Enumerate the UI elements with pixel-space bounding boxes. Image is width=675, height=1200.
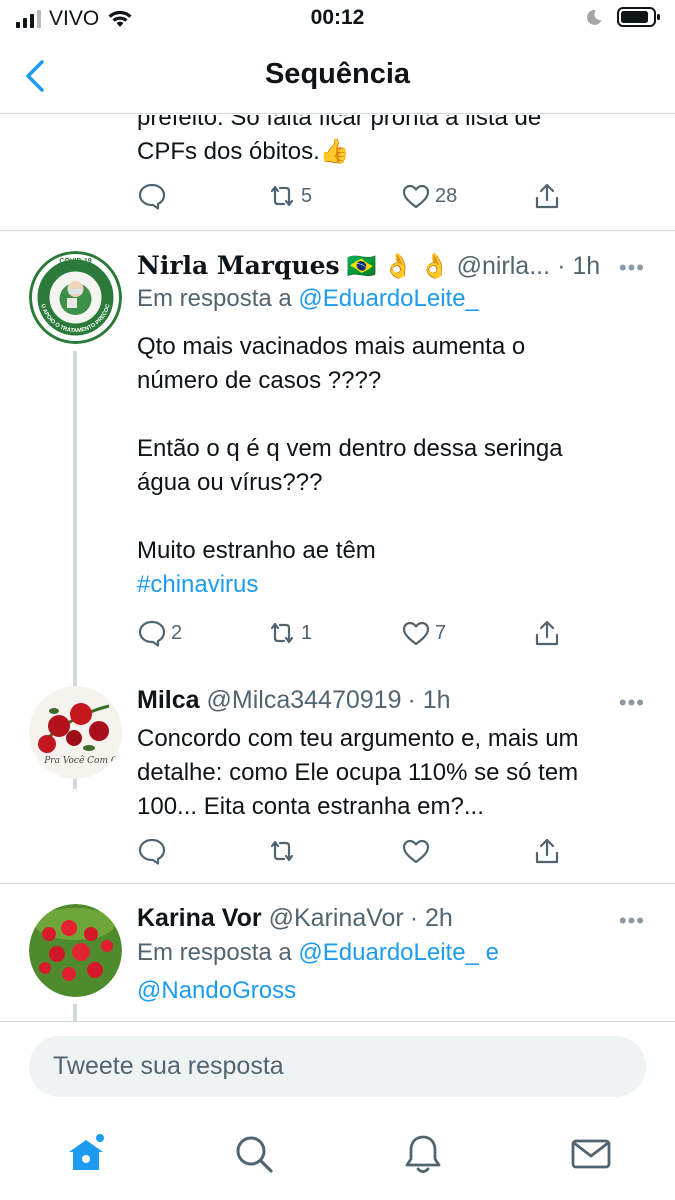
like-count: 7 [435,621,447,644]
name-emojis: 🇧🇷 👌 👌 [346,253,450,280]
avatar[interactable]: Pra Você Com C [29,686,122,779]
tab-bar [0,1118,675,1200]
heart-icon [402,621,430,646]
reply-button[interactable] [137,836,171,866]
notifications-icon[interactable] [401,1132,445,1176]
thumbs-up-emoji: 👍 [319,138,350,165]
tweet-header: Karina Vor @KarinaVor · 2h [137,904,647,938]
tweet-line: água ou vírus??? [137,469,323,496]
previous-tweet-line-1: prefeito. Só falta ficar pronta a lista … [137,115,542,131]
retweet-icon [270,622,294,644]
reply-icon [138,620,166,647]
reply-context: Em resposta a @EduardoLeite_ e @NandoGro… [137,934,499,1010]
tweet-line: número de casos ???? [137,367,382,394]
share-icon [535,183,559,209]
tweet-thread[interactable]: prefeito. Só falta ficar pronta a lista … [0,115,675,1021]
avatar[interactable]: COVID-19 EU APOIO O TRATAMENTO PRECOCE [29,251,122,344]
previous-tweet-actions: 5 28 [137,181,577,215]
reply-prefix: Em resposta a [137,939,292,966]
share-icon [535,620,559,646]
share-button[interactable] [532,618,562,648]
messages-icon[interactable] [569,1132,613,1176]
more-options-icon[interactable]: ••• [619,908,645,934]
tweet-line: Concordo com teu argumento e, mais um [137,725,579,752]
status-time: 00:12 [310,6,365,29]
timestamp: · 1h [557,252,601,280]
reply-input[interactable]: Tweete sua resposta [29,1036,646,1097]
battery-icon [617,7,660,27]
share-icon [535,838,559,864]
more-options-icon[interactable]: ••• [619,690,645,716]
retweet-icon [270,840,294,862]
status-right [585,6,661,28]
navigation-bar: Sequência [0,40,675,114]
user-handle[interactable]: @nirla... [457,252,550,281]
compose-divider [0,1021,675,1022]
display-name[interactable]: Milca [137,686,200,715]
reply-button[interactable]: 2 [137,618,182,648]
retweet-button[interactable]: 5 [267,181,312,211]
reply-context: Em resposta a @EduardoLeite_ [137,280,479,318]
reply-mention[interactable]: @EduardoLeite_ [298,285,479,312]
tweet-milca[interactable]: Pra Você Com C Milca @Milca34470919 · 1h… [0,686,675,881]
retweet-button[interactable] [267,836,301,866]
reply-prefix: Em resposta a [137,285,292,312]
share-button[interactable] [532,181,562,211]
tweet-karina[interactable]: Karina Vor @KarinaVor · 2h ••• Em respos… [0,904,675,1021]
home-icon[interactable] [64,1132,108,1176]
divider [0,883,675,884]
avatar-badge-text: COVID-19 [59,258,91,265]
heart-icon [402,184,430,209]
tweet-line: Qto mais vacinados mais aumenta o [137,333,526,360]
tweet-line: Muito estranho ae têm [137,537,376,564]
previous-tweet-line-2: CPFs dos óbitos. [137,138,320,165]
reply-count: 2 [171,621,183,644]
retweet-button[interactable]: 1 [267,618,312,648]
divider [0,230,675,231]
like-button[interactable]: 28 [401,181,457,211]
thread-line [73,1004,77,1021]
share-button[interactable] [532,836,562,866]
timestamp: · 1h [407,686,451,714]
user-handle[interactable]: @KarinaVor [269,904,404,933]
display-name[interactable]: Karina Vor [137,904,262,933]
like-button[interactable] [401,836,435,866]
previous-tweet-text: prefeito. Só falta ficar pronta a lista … [137,115,657,169]
reply-icon [138,838,166,865]
tweet-actions [137,836,577,870]
avatar-text: Pra Você Com C [43,755,118,766]
status-bar: VIVO 00:12 [0,0,675,38]
reply-mention[interactable]: @EduardoLeite_ [298,939,479,966]
reply-button[interactable] [137,181,171,211]
tweet-line: detalhe: como Ele ocupa 110% se só tem [137,759,579,786]
user-handle[interactable]: @Milca34470919 [207,686,402,715]
timestamp: · 2h [409,904,453,932]
tweet-header: Milca @Milca34470919 · 1h [137,686,647,720]
heart-icon [402,839,430,864]
like-count: 28 [435,184,458,207]
tweet-actions: 2 1 7 [137,618,577,652]
avatar[interactable] [29,904,122,997]
tweet-line: 100... Eita conta estranha em?... [137,793,484,820]
hashtag-link[interactable]: #chinavirus [137,568,657,602]
reply-icon [138,183,166,210]
moon-icon [586,9,602,25]
reply-mention-2[interactable]: @NandoGross [137,972,499,1010]
tweet-text: Concordo com teu argumento e, mais um de… [137,722,657,824]
retweet-count: 5 [301,184,313,207]
reply-and: e [485,939,499,966]
tweet-text: Qto mais vacinados mais aumenta o número… [137,330,657,602]
reply-placeholder: Tweete sua resposta [53,1052,284,1080]
tweet-line: Então o q é q vem dentro dessa seringa [137,435,563,462]
display-name[interactable]: Nirla Marques [137,251,340,280]
search-icon[interactable] [232,1132,276,1176]
page-title: Sequência [264,58,411,90]
like-button[interactable]: 7 [401,618,446,648]
more-options-icon[interactable]: ••• [619,255,645,281]
retweet-icon [270,185,294,207]
retweet-count: 1 [301,621,313,644]
